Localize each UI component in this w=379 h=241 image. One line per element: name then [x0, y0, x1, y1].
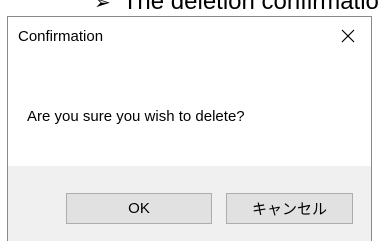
- background-caption-text: The deletion confirmation: [122, 0, 379, 15]
- dialog-title: Confirmation: [18, 28, 104, 45]
- dialog-message: Are you sure you wish to delete?: [27, 108, 245, 125]
- page: ➢ The deletion confirmation Confirmation …: [0, 0, 379, 241]
- close-button[interactable]: [331, 21, 365, 51]
- dialog-titlebar[interactable]: Confirmation: [8, 17, 371, 55]
- dialog-button-bar: OK キャンセル: [8, 166, 371, 241]
- close-icon: [341, 29, 355, 43]
- cancel-button[interactable]: キャンセル: [226, 193, 353, 224]
- bullet-arrow-icon: ➢: [94, 0, 111, 14]
- background-caption: ➢ The deletion confirmation: [94, 0, 379, 16]
- confirmation-dialog: Confirmation Are you sure you wish to de…: [7, 16, 372, 241]
- ok-button[interactable]: OK: [66, 193, 212, 224]
